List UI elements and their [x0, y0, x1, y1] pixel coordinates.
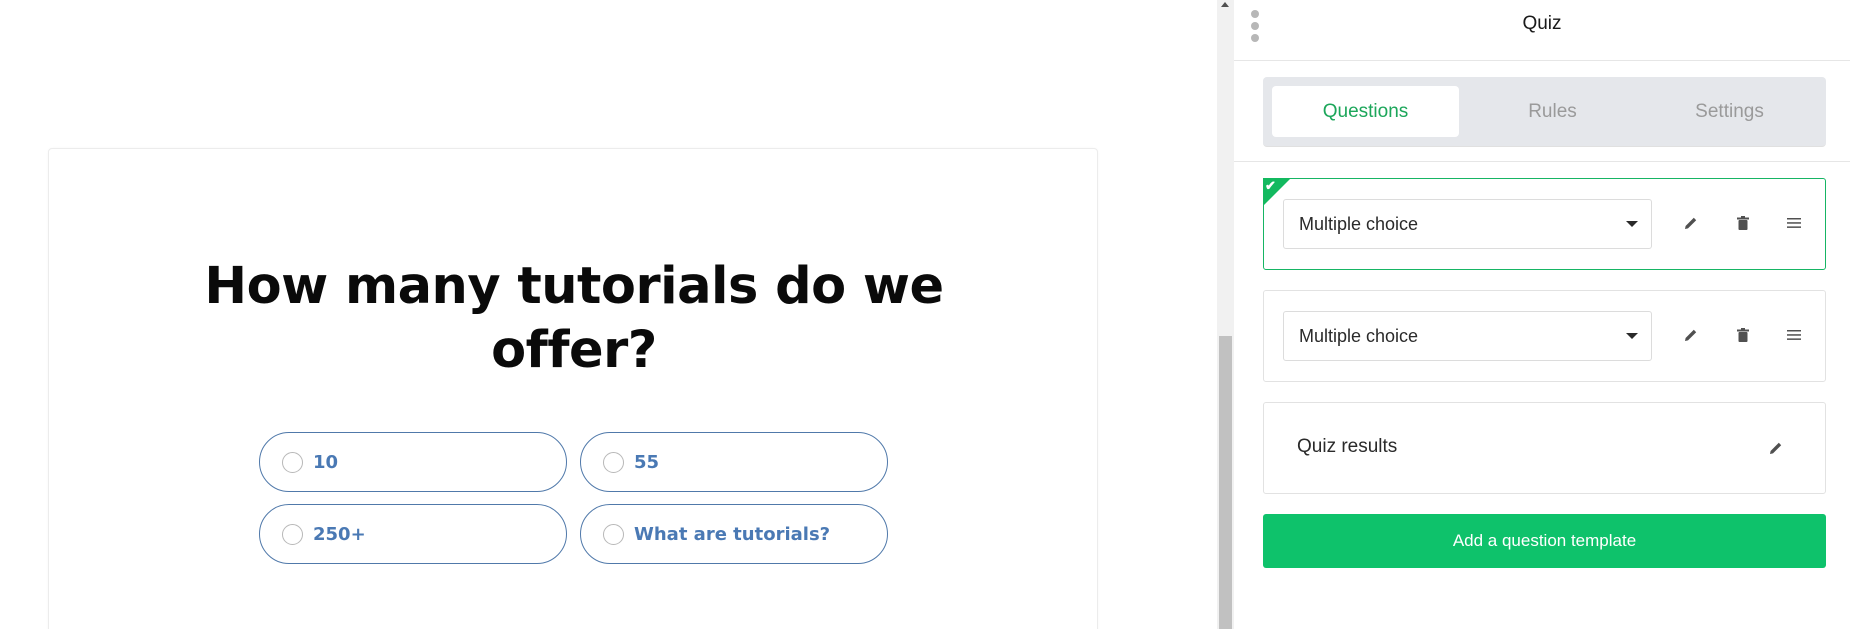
trash-icon[interactable] [1734, 326, 1752, 344]
radio-icon[interactable] [282, 523, 303, 545]
answer-option-1[interactable]: 10 [259, 432, 567, 492]
question-type-value: Multiple choice [1299, 325, 1419, 346]
add-question-template-button[interactable]: Add a question template [1263, 514, 1826, 568]
question-type-select[interactable]: Multiple choice [1283, 311, 1652, 361]
trash-icon[interactable] [1734, 214, 1752, 232]
quiz-settings-panel: Quiz Questions Rules Settings ✔ Multiple… [1234, 0, 1850, 629]
radio-icon[interactable] [603, 451, 624, 473]
answer-label: 10 [313, 451, 339, 473]
hamburger-icon[interactable] [1785, 214, 1803, 232]
caret-down-icon [1626, 333, 1638, 339]
radio-icon[interactable] [282, 451, 303, 473]
answer-option-2[interactable]: 55 [580, 432, 888, 492]
quiz-card: How many tutorials do we offer? 10 55 25… [48, 148, 1098, 629]
divider [1234, 161, 1850, 162]
caret-down-icon [1626, 221, 1638, 227]
hamburger-icon[interactable] [1785, 326, 1803, 344]
question-title: How many tutorials do we offer? [204, 257, 944, 380]
pencil-icon[interactable] [1682, 326, 1700, 344]
pencil-icon[interactable] [1767, 439, 1785, 457]
tabs-bar: Questions Rules Settings [1263, 77, 1826, 147]
quiz-preview: How many tutorials do we offer? 10 55 25… [0, 0, 1217, 629]
panel-header: Quiz [1234, 0, 1850, 61]
tab-rules[interactable]: Rules [1459, 86, 1646, 137]
scroll-thumb[interactable] [1219, 336, 1232, 629]
question-item-1[interactable]: ✔ Multiple choice [1263, 178, 1826, 270]
tab-settings[interactable]: Settings [1636, 86, 1823, 137]
answer-label: What are tutorials? [634, 523, 831, 545]
pencil-icon[interactable] [1682, 214, 1700, 232]
answer-label: 55 [634, 451, 660, 473]
preview-scrollbar[interactable] [1217, 0, 1234, 629]
radio-icon[interactable] [603, 523, 624, 545]
check-icon: ✔ [1265, 178, 1276, 193]
question-item-2[interactable]: Multiple choice [1263, 290, 1826, 382]
panel-title: Quiz [1522, 13, 1562, 34]
question-type-value: Multiple choice [1299, 213, 1419, 234]
answer-option-3[interactable]: 250+ [259, 504, 567, 564]
answer-label: 250+ [313, 523, 366, 545]
quiz-results-label: Quiz results [1297, 436, 1398, 457]
question-type-select[interactable]: Multiple choice [1283, 199, 1652, 249]
answer-option-4[interactable]: What are tutorials? [580, 504, 888, 564]
quiz-results-item[interactable]: Quiz results [1263, 402, 1826, 494]
tab-questions[interactable]: Questions [1272, 86, 1459, 137]
scroll-up-arrow-icon[interactable] [1221, 2, 1229, 7]
